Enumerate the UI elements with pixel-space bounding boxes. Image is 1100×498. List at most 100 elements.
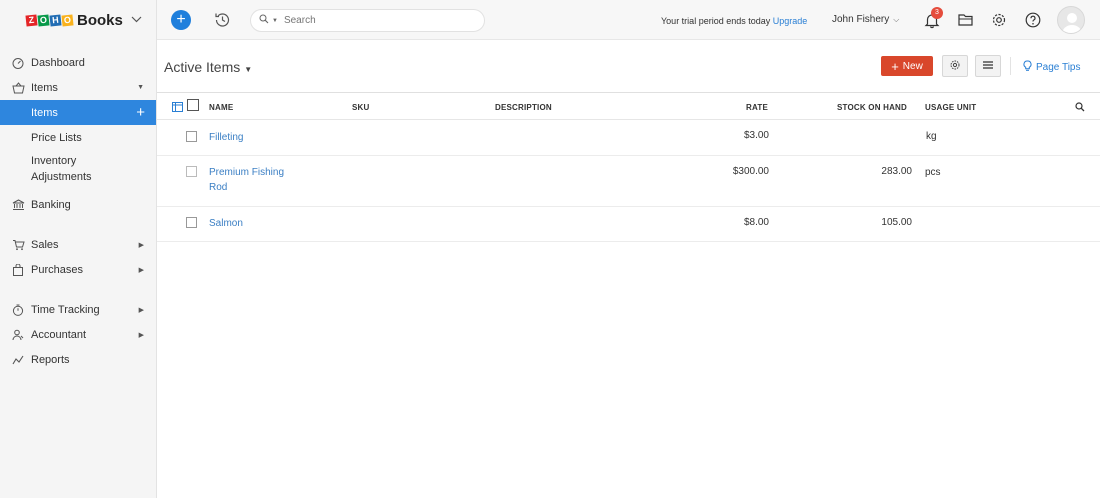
item-name-link[interactable]: Salmon xyxy=(209,216,243,231)
caret-right-icon: ▶ xyxy=(138,331,144,339)
sidebar: Z O H O Books Dashboard Items ▼ Items + xyxy=(0,0,157,498)
chevron-down-icon xyxy=(131,15,142,26)
sidebar-item-time-tracking[interactable]: Time Tracking ▶ xyxy=(0,297,156,322)
logo-letter: O xyxy=(61,13,74,27)
search-icon[interactable] xyxy=(1075,102,1085,115)
dashboard-icon xyxy=(11,57,25,69)
sidebar-item-label: Purchases xyxy=(31,263,83,276)
zoho-logo: Z O H O xyxy=(25,13,74,27)
sidebar-item-label: Time Tracking xyxy=(31,303,100,316)
view-selector[interactable]: Active Items ▼ xyxy=(164,59,252,75)
help-icon[interactable] xyxy=(1024,11,1042,29)
upgrade-link[interactable]: Upgrade xyxy=(773,16,808,26)
basket-icon xyxy=(11,81,25,94)
caret-right-icon: ▶ xyxy=(138,306,144,314)
lightbulb-icon xyxy=(1023,60,1032,75)
reports-chart-icon xyxy=(11,354,25,366)
settings-button[interactable] xyxy=(942,55,968,77)
item-name-line: Premium Fishing xyxy=(209,167,285,178)
rate-cell: $3.00 xyxy=(743,130,769,141)
column-header-name[interactable]: NAME xyxy=(209,103,233,112)
logo-letter: Z xyxy=(25,13,38,27)
user-menu[interactable]: John Fishery ⌵ xyxy=(832,14,899,25)
table-header: NAME SKU DESCRIPTION RATE STOCK ON HAND … xyxy=(157,93,1100,120)
shopping-bag-icon xyxy=(11,263,25,276)
sidebar-item-label: Adjustments xyxy=(31,171,92,183)
row-checkbox[interactable] xyxy=(186,217,197,228)
add-item-icon[interactable]: + xyxy=(136,105,145,120)
table-row[interactable]: Filleting $3.00 kg xyxy=(157,120,1100,156)
sidebar-item-label: Inventory xyxy=(31,155,77,167)
logo-letter: O xyxy=(37,13,50,27)
new-item-button[interactable]: + New xyxy=(881,56,933,76)
sidebar-item-label: Sales xyxy=(31,238,59,251)
sidebar-item-purchases[interactable]: Purchases ▶ xyxy=(0,257,156,282)
more-options-button[interactable] xyxy=(975,55,1001,77)
table-row[interactable]: Premium Fishing Rod $300.00 283.00 pcs xyxy=(157,156,1100,207)
sidebar-item-sales[interactable]: Sales ▶ xyxy=(0,232,156,257)
sidebar-item-label: Dashboard xyxy=(31,56,85,69)
sidebar-item-label: Banking xyxy=(31,198,71,211)
rate-cell: $8.00 xyxy=(743,217,769,228)
column-header-usage-unit[interactable]: USAGE UNIT xyxy=(925,103,976,112)
row-checkbox[interactable] xyxy=(186,131,197,142)
item-name-line: Rod xyxy=(209,182,228,193)
notification-badge: 3 xyxy=(931,7,943,19)
sidebar-nav: Dashboard Items ▼ Items + Price Lists In… xyxy=(0,40,156,372)
user-name: John Fishery xyxy=(832,14,890,25)
stock-cell: 105.00 xyxy=(881,217,912,228)
item-name-link[interactable]: Filleting xyxy=(209,130,243,145)
page-tips-link[interactable]: Page Tips xyxy=(1023,60,1080,75)
column-header-rate[interactable]: RATE xyxy=(746,103,768,112)
row-checkbox[interactable] xyxy=(186,166,197,177)
avatar[interactable] xyxy=(1057,6,1085,34)
items-table: NAME SKU DESCRIPTION RATE STOCK ON HAND … xyxy=(157,92,1100,242)
trial-text: Your trial period ends today xyxy=(661,16,771,26)
main-content: Active Items ▼ + New Page Tips NAME SKU D… xyxy=(157,40,1100,498)
quick-create-button[interactable]: + xyxy=(171,10,191,30)
search-scope-caret-icon[interactable]: ▼ xyxy=(272,18,278,24)
chevron-down-icon: ⌵ xyxy=(893,15,900,24)
stock-cell: 283.00 xyxy=(881,166,912,177)
stopwatch-icon xyxy=(11,304,25,316)
sidebar-item-label: Items xyxy=(31,81,58,94)
select-all-checkbox[interactable] xyxy=(187,99,199,111)
column-header-sku[interactable]: SKU xyxy=(352,103,370,112)
sidebar-item-label: Items xyxy=(31,106,58,119)
sidebar-item-dashboard[interactable]: Dashboard xyxy=(0,50,156,75)
gear-icon[interactable] xyxy=(990,11,1008,29)
item-name-link[interactable]: Premium Fishing Rod xyxy=(209,165,284,195)
sidebar-subitem-price-lists[interactable]: Price Lists xyxy=(0,125,156,150)
search-bar[interactable]: ▼ xyxy=(250,9,485,32)
logo-letter: H xyxy=(49,13,62,27)
unit-cell: pcs xyxy=(925,167,941,178)
sidebar-item-accountant[interactable]: Accountant ▶ xyxy=(0,322,156,347)
sidebar-item-banking[interactable]: Banking xyxy=(0,192,156,217)
caret-right-icon: ▶ xyxy=(138,241,144,249)
sidebar-subitem-items[interactable]: Items + xyxy=(0,100,156,125)
sidebar-item-reports[interactable]: Reports xyxy=(0,347,156,372)
sidebar-item-items[interactable]: Items ▼ xyxy=(0,75,156,100)
column-chooser-icon[interactable] xyxy=(172,102,183,115)
page-title: Active Items xyxy=(164,59,241,75)
table-row[interactable]: Salmon $8.00 105.00 xyxy=(157,207,1100,242)
brand-name: Books xyxy=(77,11,123,29)
rate-cell: $300.00 xyxy=(732,166,769,177)
recent-history-icon[interactable] xyxy=(213,11,231,29)
plus-icon: + xyxy=(891,58,899,74)
gear-icon xyxy=(949,59,961,74)
cart-icon xyxy=(11,239,25,251)
column-header-description[interactable]: DESCRIPTION xyxy=(495,103,552,112)
sidebar-subitem-inventory-adjustments[interactable]: Inventory Adjustments xyxy=(0,150,156,184)
search-input[interactable] xyxy=(283,15,464,26)
top-header: + ▼ Your trial period ends today Upgrade… xyxy=(157,0,1100,40)
column-header-stock-on-hand[interactable]: STOCK ON HAND xyxy=(837,103,907,112)
sidebar-item-label: Accountant xyxy=(31,328,87,341)
hamburger-menu-icon xyxy=(982,60,994,73)
brand-switcher[interactable]: Z O H O Books xyxy=(0,0,156,40)
folder-icon[interactable] xyxy=(957,11,975,29)
trial-notice: Your trial period ends today Upgrade xyxy=(661,16,807,26)
sidebar-item-label: Reports xyxy=(31,353,70,366)
caret-down-icon: ▼ xyxy=(244,65,253,74)
caret-right-icon: ▶ xyxy=(138,266,144,274)
